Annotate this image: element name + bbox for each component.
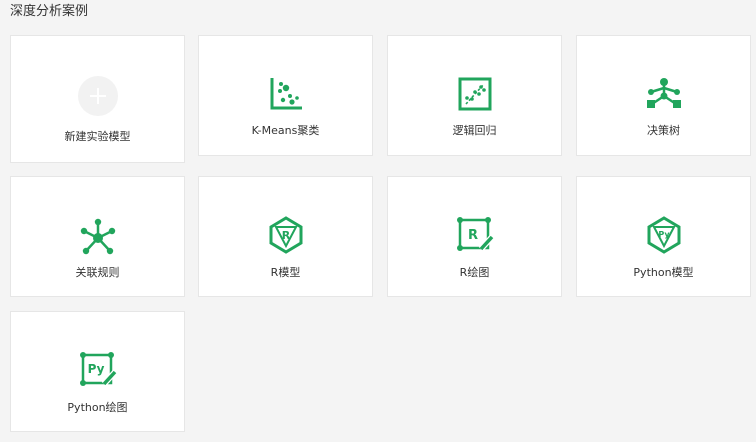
card-label: Python模型 bbox=[633, 266, 694, 279]
card-label: 新建实验模型 bbox=[64, 130, 131, 143]
regression-icon bbox=[455, 74, 495, 114]
card-label: 关联规则 bbox=[75, 266, 120, 279]
card-label: 逻辑回归 bbox=[452, 124, 497, 137]
page: 深度分析案例 新建实验模型 K-Means聚类 逻辑回归 决策树 关联规则 R … bbox=[0, 0, 756, 442]
card-r-plot[interactable]: R R绘图 bbox=[387, 176, 562, 297]
plus-icon bbox=[77, 76, 118, 116]
svg-text:R: R bbox=[467, 228, 477, 243]
tree-icon bbox=[644, 74, 684, 114]
network-icon bbox=[78, 217, 118, 257]
card-label: 决策树 bbox=[647, 124, 680, 137]
card-label: R模型 bbox=[270, 266, 301, 279]
card-label: Python绘图 bbox=[67, 401, 128, 414]
card-kmeans[interactable]: K-Means聚类 bbox=[198, 35, 373, 156]
card-new-model[interactable]: 新建实验模型 bbox=[10, 35, 185, 163]
card-logistic-regression[interactable]: 逻辑回归 bbox=[387, 35, 562, 156]
r-plot-icon: R bbox=[455, 215, 495, 255]
r-model-icon: R bbox=[266, 215, 306, 255]
card-python-model[interactable]: Py Python模型 bbox=[576, 176, 751, 297]
section-title: 深度分析案例 bbox=[10, 4, 89, 19]
card-label: K-Means聚类 bbox=[251, 124, 320, 137]
card-association-rules[interactable]: 关联规则 bbox=[10, 176, 185, 297]
python-model-icon: Py bbox=[644, 215, 684, 255]
svg-text:R: R bbox=[281, 229, 290, 242]
svg-text:Py: Py bbox=[658, 230, 670, 239]
card-label: R绘图 bbox=[459, 266, 490, 279]
card-decision-tree[interactable]: 决策树 bbox=[576, 35, 751, 156]
card-python-plot[interactable]: Py Python绘图 bbox=[10, 311, 185, 432]
svg-text:Py: Py bbox=[87, 362, 104, 376]
python-plot-icon: Py bbox=[78, 350, 118, 390]
card-r-model[interactable]: R R模型 bbox=[198, 176, 373, 297]
scatter-cluster-icon bbox=[266, 74, 306, 114]
